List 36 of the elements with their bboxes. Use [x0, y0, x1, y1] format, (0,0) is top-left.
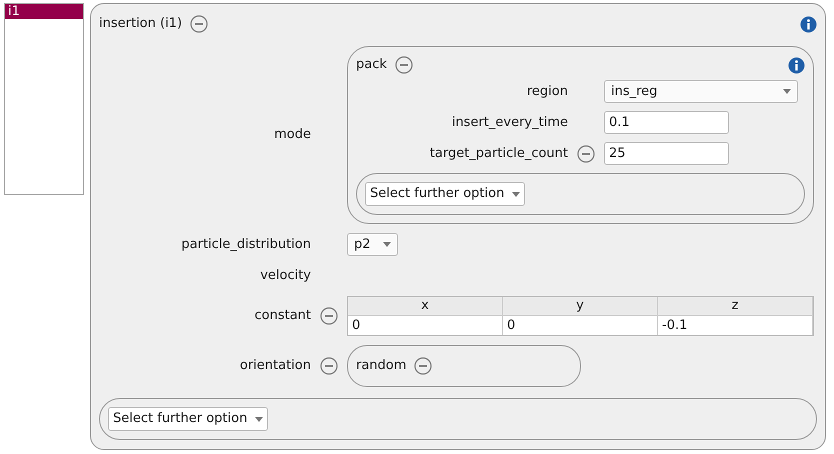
remove-icon[interactable]: [394, 56, 413, 74]
group-title: random: [356, 357, 406, 376]
caret-icon: [255, 416, 264, 422]
field-label: particle_distribution: [180, 236, 311, 254]
column-header: y: [503, 297, 658, 315]
field-label: orientation: [238, 357, 311, 376]
value-dropdown[interactable]: p2: [347, 233, 398, 256]
table-cell[interactable]: 0: [348, 316, 503, 335]
remove-icon[interactable]: [577, 144, 595, 162]
list-item[interactable]: i1: [5, 4, 83, 19]
remove-icon[interactable]: [320, 357, 338, 375]
caret-icon: [783, 89, 791, 94]
field-label: mode: [273, 126, 311, 144]
panel-title: insertion (i1): [99, 15, 182, 34]
info-icon[interactable]: [800, 16, 817, 32]
group-title: pack: [356, 56, 387, 74]
value-field[interactable]: 0.1: [604, 111, 729, 134]
remove-icon[interactable]: [190, 15, 208, 33]
table-cell[interactable]: 0: [503, 316, 658, 335]
field-label: insert_every_time: [450, 114, 568, 132]
further-option-dropdown[interactable]: Select further option: [365, 182, 526, 206]
remove-icon[interactable]: [320, 307, 338, 325]
field-label: region: [526, 82, 568, 101]
column-header: z: [658, 297, 813, 315]
field-label: velocity: [259, 267, 311, 286]
table-cell[interactable]: -0.1: [658, 316, 813, 335]
field-label: target_particle_count: [428, 144, 568, 163]
value-dropdown[interactable]: ins_reg: [604, 80, 798, 103]
remove-icon[interactable]: [414, 357, 432, 375]
info-icon[interactable]: [788, 56, 805, 74]
value-field[interactable]: 25: [604, 142, 729, 165]
field-label: constant: [253, 307, 311, 326]
caret-icon: [512, 192, 520, 196]
column-header: x: [348, 297, 503, 315]
further-option-dropdown[interactable]: Select further option: [108, 407, 268, 431]
caret-icon: [382, 242, 391, 247]
